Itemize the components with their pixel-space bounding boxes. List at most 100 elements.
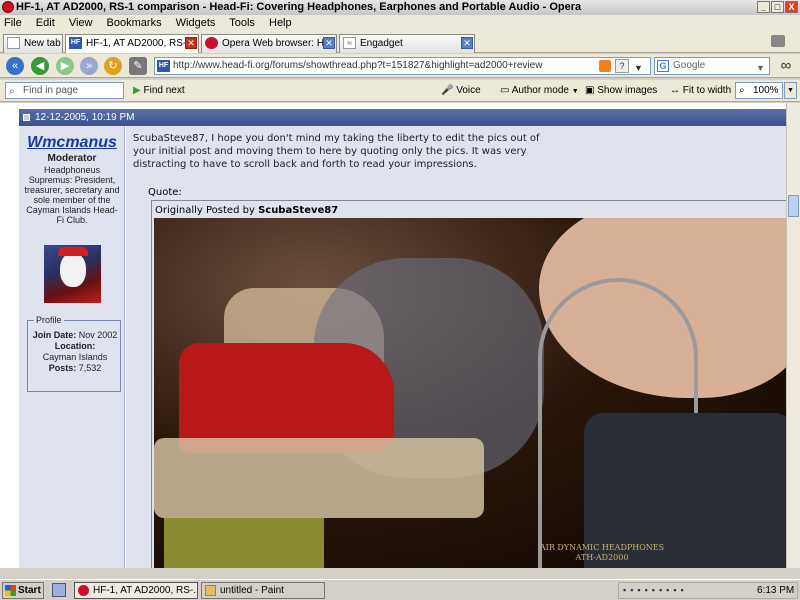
photo-newspaper bbox=[164, 518, 324, 568]
search-dropdown-icon[interactable]: ▼ bbox=[756, 60, 765, 76]
post-icon bbox=[23, 114, 30, 121]
join-date-label: Join Date: bbox=[32, 330, 77, 340]
page-viewport[interactable]: 12-12-2005, 10:19 PM Wmcmanus Moderator … bbox=[0, 103, 786, 568]
user-rank: Moderator bbox=[47, 153, 97, 164]
find-placeholder: Find in page bbox=[23, 85, 79, 96]
quick-launch-icon[interactable] bbox=[52, 583, 66, 597]
voice-button[interactable]: 🎤 Voice bbox=[441, 80, 481, 102]
photo-bedding bbox=[154, 438, 484, 518]
taskbar-item-paint[interactable]: untitled - Paint bbox=[201, 582, 325, 599]
fit-width-icon: ↔ bbox=[670, 85, 680, 96]
menu-widgets[interactable]: Widgets bbox=[176, 17, 216, 29]
menu-view[interactable]: View bbox=[69, 17, 93, 29]
user-avatar bbox=[44, 245, 101, 303]
headphone-model-text: ATH-AD2000 bbox=[575, 553, 629, 562]
post-date: 12-12-2005, 10:19 PM bbox=[35, 112, 135, 123]
headphone-brand-text: AIR DYNAMIC HEADPHONES bbox=[539, 543, 665, 552]
google-icon: G bbox=[657, 60, 669, 72]
new-page-icon bbox=[7, 37, 20, 49]
windows-logo-icon bbox=[5, 585, 16, 596]
navigation-bar: « ◀ ▶ » ↻ ✎ HF http://www.head-fi.org/fo… bbox=[0, 54, 800, 78]
username-link[interactable]: Wmcmanus bbox=[19, 134, 125, 152]
page-toolbar: ⌕ Find in page ▶ Find next 🎤 Voice ▭ Aut… bbox=[0, 80, 800, 102]
vertical-scrollbar[interactable] bbox=[786, 103, 800, 568]
author-mode-label: Author mode bbox=[511, 85, 569, 96]
binoculars-icon[interactable]: ∞ bbox=[776, 56, 796, 76]
search-field[interactable]: G Google ▼ bbox=[654, 57, 770, 75]
menu-bookmarks[interactable]: Bookmarks bbox=[107, 17, 162, 29]
menu-tools[interactable]: Tools bbox=[229, 17, 255, 29]
maximize-button[interactable]: □ bbox=[771, 1, 784, 13]
document-icon: ▭ bbox=[500, 85, 510, 96]
taskbar-item-label: untitled - Paint bbox=[220, 585, 284, 596]
edit-pencil-icon[interactable]: ✎ bbox=[129, 57, 147, 75]
avatar-santa-beard bbox=[60, 253, 86, 287]
taskbar-item-label: HF-1, AT AD2000, RS-... bbox=[93, 585, 198, 596]
zoom-field[interactable]: ⌕ 100% bbox=[735, 82, 783, 99]
taskbar-item-opera[interactable]: HF-1, AT AD2000, RS-... bbox=[74, 582, 198, 599]
opera-task-icon bbox=[78, 585, 89, 596]
reload-icon[interactable]: ↻ bbox=[104, 57, 122, 75]
menu-bar: File Edit View Bookmarks Widgets Tools H… bbox=[0, 15, 800, 31]
image-icon: ▣ bbox=[585, 85, 595, 96]
quote-label: Quote: bbox=[148, 187, 182, 198]
zoom-value: 100% bbox=[753, 85, 779, 96]
profile-box: Profile Join Date: Nov 2002 Location: Ca… bbox=[27, 315, 121, 392]
window-title: HF-1, AT AD2000, RS-1 comparison - Head-… bbox=[16, 1, 582, 13]
paint-task-icon bbox=[205, 585, 216, 596]
location-value: Cayman Islands bbox=[42, 352, 108, 362]
magnifier-icon: ⌕ bbox=[9, 86, 15, 97]
tab-label: Engadget bbox=[360, 38, 403, 49]
close-window-button[interactable]: X bbox=[785, 1, 798, 13]
fit-to-width-button[interactable]: ↔ Fit to width bbox=[670, 80, 731, 102]
trash-icon[interactable] bbox=[771, 35, 785, 47]
find-next-button[interactable]: ▶ Find next bbox=[133, 80, 185, 102]
scrollbar-thumb[interactable] bbox=[788, 195, 799, 217]
feed-favicon: ≈ bbox=[343, 37, 356, 49]
site-badge-icon: HF bbox=[157, 60, 170, 72]
address-field[interactable]: HF http://www.head-fi.org/forums/showthr… bbox=[154, 57, 651, 75]
address-url: http://www.head-fi.org/forums/showthread… bbox=[173, 60, 543, 71]
find-next-arrow-icon: ▶ bbox=[133, 85, 141, 96]
start-label: Start bbox=[18, 585, 41, 596]
find-in-page-input[interactable]: ⌕ Find in page bbox=[5, 82, 124, 99]
rewind-icon[interactable]: « bbox=[6, 57, 24, 75]
opera-logo-icon bbox=[2, 1, 14, 13]
window-title-bar[interactable]: HF-1, AT AD2000, RS-1 comparison - Head-… bbox=[0, 0, 800, 15]
start-button[interactable]: Start bbox=[2, 582, 44, 599]
clock: 6:13 PM bbox=[757, 585, 795, 596]
back-icon[interactable]: ◀ bbox=[31, 57, 49, 75]
minimize-button[interactable]: _ bbox=[757, 1, 770, 13]
zoom-icon: ⌕ bbox=[739, 85, 745, 96]
site-favicon: HF bbox=[69, 37, 82, 49]
search-placeholder: Google bbox=[673, 60, 706, 71]
tab-active[interactable]: HF HF-1, AT AD2000, RS-1 ... ✕ bbox=[65, 34, 199, 53]
close-tab-icon[interactable]: ✕ bbox=[461, 37, 473, 49]
zoom-dropdown-icon[interactable]: ▼ bbox=[784, 82, 797, 99]
address-dropdown-icon[interactable]: ▼ bbox=[634, 60, 643, 74]
tab-bar: New tab HF HF-1, AT AD2000, RS-1 ... ✕ O… bbox=[0, 31, 800, 53]
tab-label: New tab bbox=[24, 38, 61, 49]
posts-value: 7,532 bbox=[78, 363, 102, 373]
tab-engadget[interactable]: ≈ Engadget ✕ bbox=[339, 34, 475, 53]
photo-red-pillow bbox=[179, 343, 394, 453]
menu-file[interactable]: File bbox=[4, 17, 22, 29]
tab-label: Opera Web browser: Ho... bbox=[222, 38, 337, 49]
find-next-label: Find next bbox=[143, 85, 185, 96]
tray-icons[interactable]: ▪▪▪▪▪▪▪▪▪ bbox=[623, 585, 733, 596]
tab-opera[interactable]: Opera Web browser: Ho... ✕ bbox=[201, 34, 337, 53]
show-images-button[interactable]: ▣ Show images bbox=[585, 80, 657, 102]
fit-to-width-label: Fit to width bbox=[682, 85, 732, 96]
rss-icon[interactable] bbox=[599, 60, 611, 72]
quote-prefix: Originally Posted by bbox=[155, 205, 255, 216]
tab-new[interactable]: New tab bbox=[3, 34, 63, 53]
menu-edit[interactable]: Edit bbox=[36, 17, 55, 29]
user-title: Headphoneus Supremus: President, treasur… bbox=[24, 165, 120, 225]
forward-icon[interactable]: ▶ bbox=[56, 57, 74, 75]
fast-forward-icon[interactable]: » bbox=[80, 57, 98, 75]
menu-help[interactable]: Help bbox=[269, 17, 292, 29]
close-tab-icon[interactable]: ✕ bbox=[185, 37, 197, 49]
info-icon[interactable]: ? bbox=[615, 59, 629, 73]
author-mode-button[interactable]: ▭ Author mode ▼ bbox=[500, 80, 579, 102]
close-tab-icon[interactable]: ✕ bbox=[323, 37, 335, 49]
